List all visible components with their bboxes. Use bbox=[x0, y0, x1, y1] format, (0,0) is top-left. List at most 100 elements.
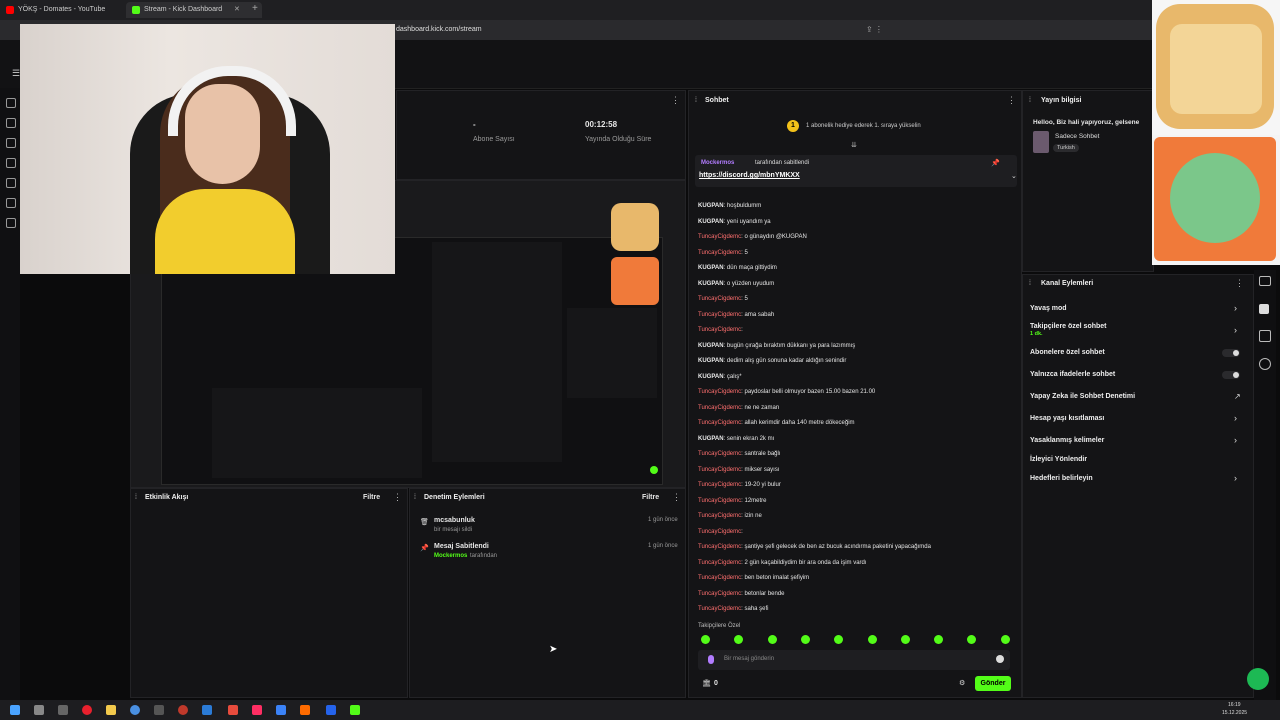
action-account-age[interactable]: Hesap yaşı kısıtlaması bbox=[1030, 415, 1104, 422]
app-icon-2[interactable] bbox=[252, 705, 262, 715]
obs-icon[interactable] bbox=[178, 705, 188, 715]
chat-username[interactable]: TuncayCigdemc bbox=[698, 482, 741, 488]
wrench-icon[interactable] bbox=[1259, 330, 1271, 342]
chat-username[interactable]: KUGPAN bbox=[698, 281, 724, 287]
chat-username[interactable]: TuncayCigdemc bbox=[698, 498, 741, 504]
scroll-down-icon[interactable]: ⇊ bbox=[851, 141, 857, 149]
app-icon-4[interactable] bbox=[300, 705, 310, 715]
rail-icon-b[interactable] bbox=[1259, 304, 1269, 314]
subscribers-only-toggle[interactable] bbox=[1222, 349, 1240, 357]
moderation-menu-icon[interactable]: ⋮ bbox=[672, 492, 681, 503]
chat-username[interactable]: TuncayCigdemc bbox=[698, 467, 741, 473]
chat-input[interactable]: Bir mesaj gönderin bbox=[698, 650, 1010, 670]
chat-username[interactable]: KUGPAN bbox=[698, 358, 724, 364]
drag-icon[interactable]: ⁞ bbox=[1029, 280, 1031, 287]
rail-icon-6[interactable] bbox=[6, 198, 16, 208]
chevron-right-icon[interactable]: › bbox=[1234, 325, 1237, 335]
support-icon[interactable] bbox=[1247, 668, 1269, 690]
app-icon-3[interactable] bbox=[276, 705, 286, 715]
action-emotes-only[interactable]: Yalnızca ifadelerle sohbet bbox=[1030, 371, 1115, 378]
chat-username[interactable]: TuncayCigdemc bbox=[698, 575, 741, 581]
chevron-down-icon[interactable]: ⌄ bbox=[1011, 172, 1017, 180]
chat-username[interactable]: KUGPAN bbox=[698, 265, 724, 271]
rail-icon-3[interactable] bbox=[6, 138, 16, 148]
emote-button[interactable] bbox=[867, 635, 877, 644]
folder-icon[interactable] bbox=[106, 705, 116, 715]
action-raid[interactable]: İzleyici Yönlendir bbox=[1030, 456, 1087, 463]
drag-icon[interactable]: ⁞ bbox=[135, 494, 137, 501]
chat-username[interactable]: KUGPAN bbox=[698, 343, 724, 349]
chevron-right-icon[interactable]: › bbox=[1234, 413, 1237, 423]
activity-filter-button[interactable]: Filtre bbox=[363, 494, 380, 501]
mic-icon[interactable] bbox=[708, 655, 714, 664]
chrome-icon[interactable] bbox=[130, 705, 140, 715]
send-button[interactable]: Gönder bbox=[975, 676, 1011, 691]
chat-username[interactable]: TuncayCigdemc bbox=[698, 420, 741, 426]
app-icon-5[interactable] bbox=[326, 705, 336, 715]
channel-actions-menu-icon[interactable]: ⋮ bbox=[1235, 278, 1244, 289]
goal-text[interactable]: 1 abonelik hediye ederek 1. sıraya yükse… bbox=[806, 123, 921, 129]
action-goals[interactable]: Hedefleri belirleyin bbox=[1030, 475, 1093, 482]
task-view-icon[interactable] bbox=[58, 705, 68, 715]
chat-username[interactable]: TuncayCigdemc bbox=[698, 560, 741, 566]
gear-icon[interactable]: ⚙ bbox=[959, 679, 965, 687]
action-followers-only[interactable]: Takipçilere özel sohbet bbox=[1030, 323, 1107, 330]
search-icon[interactable] bbox=[34, 705, 44, 715]
chat-username[interactable]: TuncayCigdemc bbox=[698, 405, 741, 411]
pinned-link[interactable]: https://discord.gg/mbnYMKXX bbox=[699, 172, 800, 179]
stats-menu-icon[interactable]: ⋮ bbox=[671, 95, 680, 106]
brave-icon[interactable] bbox=[228, 705, 238, 715]
chat-username[interactable]: KUGPAN bbox=[698, 203, 724, 209]
menu-icon[interactable]: ☰ bbox=[12, 68, 20, 79]
rail-icon-1[interactable] bbox=[6, 98, 16, 108]
new-tab-icon[interactable]: + bbox=[252, 3, 258, 14]
emoji-icon[interactable] bbox=[996, 655, 1004, 663]
start-icon[interactable] bbox=[10, 705, 20, 715]
chat-menu-icon[interactable]: ⋮ bbox=[1007, 95, 1016, 106]
chat-username[interactable]: TuncayCigdemc bbox=[698, 544, 741, 550]
rail-icon-5[interactable] bbox=[6, 178, 16, 188]
chevron-right-icon[interactable]: › bbox=[1234, 473, 1237, 483]
chat-username[interactable]: TuncayCigdemc bbox=[698, 529, 741, 535]
drag-icon[interactable]: ⁞ bbox=[414, 494, 416, 501]
kick-app-icon[interactable] bbox=[350, 705, 360, 715]
action-ai-moderation[interactable]: Yapay Zeka ile Sohbet Denetimi bbox=[1030, 393, 1135, 400]
chat-username[interactable]: TuncayCigdemc bbox=[698, 234, 741, 240]
action-slow-mode[interactable]: Yavaş mod bbox=[1030, 305, 1067, 312]
chat-username[interactable]: TuncayCigdemc bbox=[698, 389, 741, 395]
emote-button[interactable] bbox=[767, 635, 777, 644]
close-tab-icon[interactable]: ✕ bbox=[234, 5, 240, 13]
chat-username[interactable]: TuncayCigdemc bbox=[698, 606, 741, 612]
chat-username[interactable]: TuncayCigdemc bbox=[698, 513, 741, 519]
opera-icon[interactable] bbox=[82, 705, 92, 715]
external-link-icon[interactable]: ↗ bbox=[1234, 392, 1241, 401]
clock-date[interactable]: 15.12.2025 bbox=[1222, 710, 1247, 716]
chat-username[interactable]: TuncayCigdemc bbox=[698, 250, 741, 256]
chat-username[interactable]: KUGPAN bbox=[698, 219, 724, 225]
settings-icon[interactable] bbox=[6, 218, 16, 228]
share-icon[interactable]: ⇪ ⋮ bbox=[866, 25, 906, 35]
browser-tab-youtube[interactable]: YÖKŞ - Domates - YouTube bbox=[0, 2, 138, 18]
drag-icon[interactable]: ⁞ bbox=[1029, 97, 1031, 104]
chat-username[interactable]: TuncayCigdemc bbox=[698, 451, 741, 457]
rail-icon-4[interactable] bbox=[6, 158, 16, 168]
drag-icon[interactable]: ⁞ bbox=[695, 97, 697, 104]
moderation-filter-button[interactable]: Filtre bbox=[642, 494, 659, 501]
chat-username[interactable]: KUGPAN bbox=[698, 436, 724, 442]
vscode-icon[interactable] bbox=[202, 705, 212, 715]
chevron-right-icon[interactable]: › bbox=[1234, 303, 1237, 313]
emote-button[interactable] bbox=[900, 635, 910, 644]
emote-button[interactable] bbox=[701, 635, 710, 644]
chat-username[interactable]: TuncayCigdemc bbox=[698, 296, 741, 302]
emote-button[interactable] bbox=[800, 635, 810, 644]
action-banned-words[interactable]: Yasaklanmış kelimeler bbox=[1030, 437, 1104, 444]
emotes-only-toggle[interactable] bbox=[1222, 371, 1240, 379]
chest-icon[interactable]: 🏛 bbox=[702, 679, 711, 687]
mod-item-user[interactable]: mcsabunluk bbox=[434, 517, 475, 524]
chat-username[interactable]: KUGPAN bbox=[698, 374, 724, 380]
category-name[interactable]: Sadece Sohbet bbox=[1055, 133, 1099, 140]
chat-username[interactable]: TuncayCigdemc bbox=[698, 327, 741, 333]
emote-button[interactable] bbox=[1000, 635, 1010, 644]
url-text[interactable]: dashboard.kick.com/stream bbox=[396, 26, 482, 33]
rail-icon-c[interactable] bbox=[1259, 358, 1271, 370]
